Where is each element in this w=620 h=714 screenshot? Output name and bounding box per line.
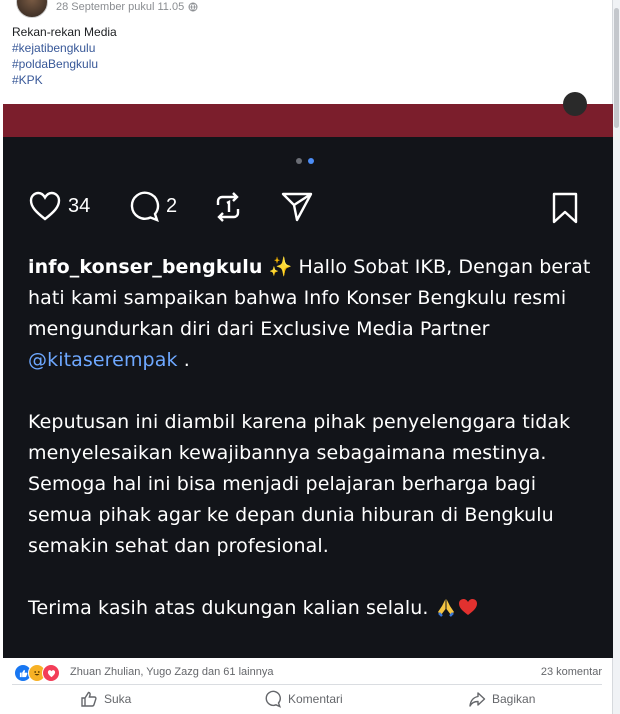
post-text: Rekan-rekan Media #kejatibengkulu #polda…: [12, 24, 117, 88]
divider: [12, 684, 602, 685]
ig-save: [550, 191, 580, 225]
reactions-summary: Zhuan Zhulian, Yugo Zazg dan 61 lainnya …: [0, 660, 612, 684]
carousel-dots: [296, 158, 314, 164]
ig-comment: 2: [128, 190, 177, 222]
image-top-band: [3, 92, 615, 137]
caption-intro-end: .: [177, 349, 190, 371]
share-button-label: Bagikan: [492, 692, 536, 706]
caption-paragraph-3: Terima kasih atas dukungan kalian selalu…: [28, 593, 598, 624]
ig-share: [280, 190, 314, 222]
ig-comment-count: 2: [166, 194, 178, 217]
like-button-label: Suka: [104, 692, 132, 706]
carousel-dot-active: [308, 158, 314, 164]
reaction-names[interactable]: Zhuan Zhulian, Yugo Zazg dan 61 lainnya: [70, 666, 273, 678]
ig-like-count: 34: [68, 194, 91, 217]
post-timestamp[interactable]: 28 September pukul 11.05: [56, 1, 198, 13]
share-button[interactable]: Bagikan: [468, 690, 535, 708]
carousel-dot: [296, 158, 302, 164]
love-reaction-icon: [42, 664, 60, 682]
image-corner-circle: [563, 92, 587, 116]
comment-bubble-icon: [130, 191, 160, 222]
comment-button-label: Komentari: [288, 692, 343, 706]
hashtag-link[interactable]: #KPK: [12, 72, 117, 88]
post-text-line: Rekan-rekan Media: [12, 25, 117, 39]
ig-like: 34: [28, 190, 90, 222]
praying-hands-icon: [435, 596, 457, 617]
caption-paragraph-2: Keputusan ini diambil karena pihak penye…: [28, 411, 571, 557]
heart-icon: [29, 191, 61, 221]
ig-caption: info_konser_bengkulu ✨ Hallo Sobat IKB, …: [28, 252, 598, 624]
facebook-post: 28 September pukul 11.05 Rekan-rekan Med…: [0, 0, 615, 714]
caption-paragraph-1: info_konser_bengkulu ✨ Hallo Sobat IKB, …: [28, 252, 598, 376]
caption-paragraph-3-text: Terima kasih atas dukungan kalian selalu…: [28, 597, 435, 619]
sparkle-emoji: ✨: [268, 256, 293, 278]
send-icon: [281, 192, 313, 222]
avatar[interactable]: [16, 0, 48, 18]
hashtag-link[interactable]: #poldaBengkulu: [12, 56, 117, 72]
thumbs-up-icon: [81, 691, 97, 707]
bookmark-icon: [552, 192, 578, 224]
caption-username: info_konser_bengkulu: [28, 256, 263, 278]
instagram-actions: 34 2: [28, 190, 588, 230]
repost-icon: [216, 192, 240, 222]
caption-mention: @kitaserempak: [28, 349, 178, 371]
comment-icon: [265, 690, 282, 708]
ig-repost: [212, 190, 244, 224]
red-heart-icon: [457, 596, 479, 616]
post-action-bar: Suka Komentari Bagikan: [0, 688, 612, 712]
share-icon: [469, 692, 486, 707]
hashtag-link[interactable]: #kejatibengkulu: [12, 40, 117, 56]
like-button[interactable]: Suka: [80, 690, 131, 708]
scrollbar-thumb[interactable]: [614, 8, 619, 128]
comment-button[interactable]: Komentari: [264, 690, 343, 708]
globe-icon: [188, 2, 198, 12]
post-header: 28 September pukul 11.05: [0, 0, 612, 20]
timestamp-text[interactable]: 28 September pukul 11.05: [56, 1, 184, 13]
reaction-icons[interactable]: [14, 664, 60, 682]
comment-count[interactable]: 23 komentar: [541, 666, 602, 678]
scrollbar[interactable]: [613, 0, 620, 714]
